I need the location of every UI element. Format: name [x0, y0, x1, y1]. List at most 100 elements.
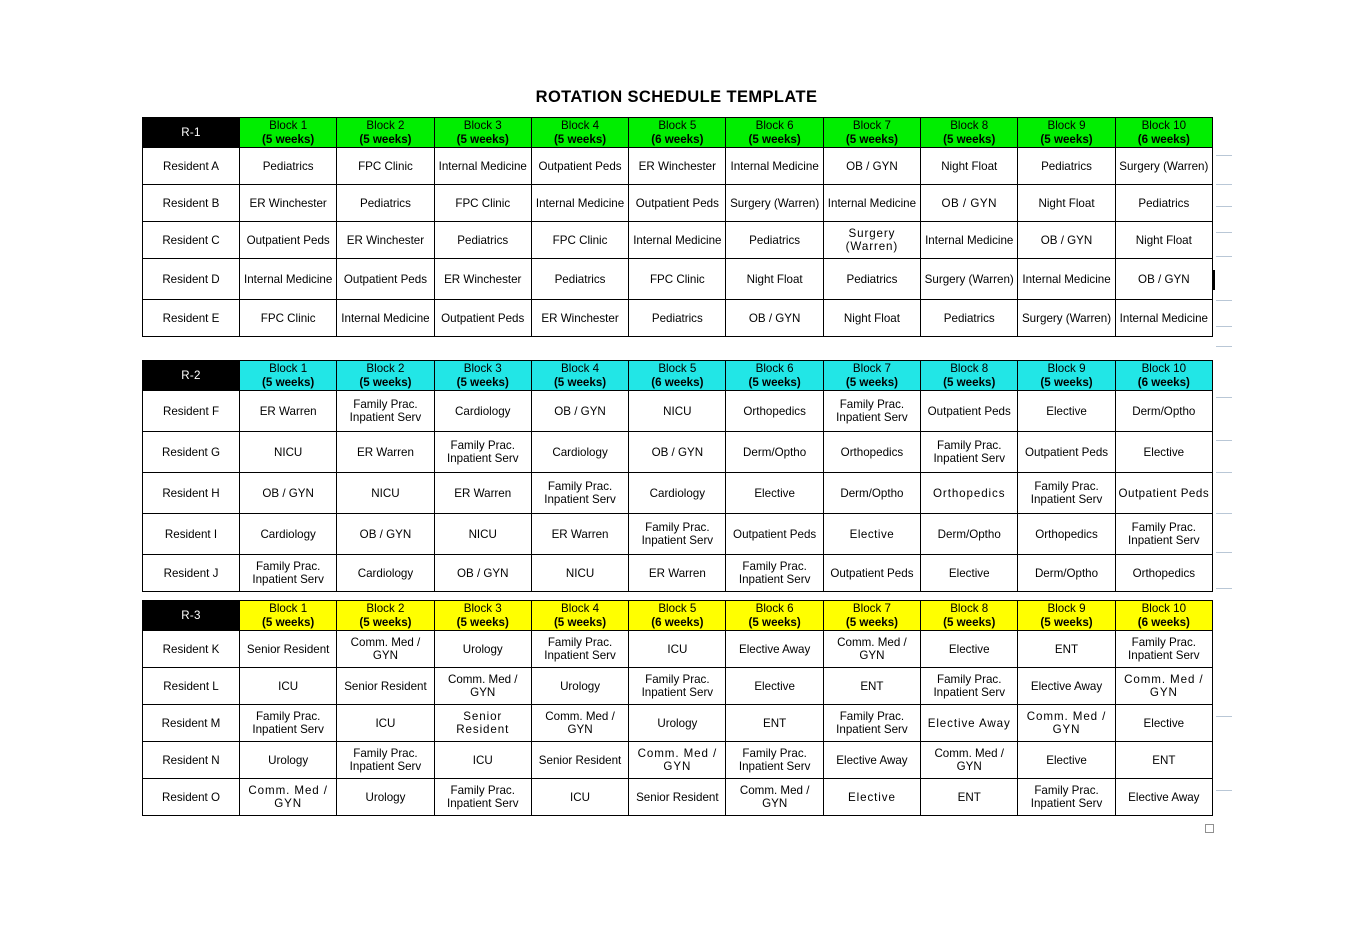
column-header-block-10[interactable]: Block 10 (6 weeks)	[1114, 359, 1213, 392]
rotation-cell[interactable]: ICU	[336, 704, 435, 743]
rotation-cell[interactable]: OB / GYN	[1017, 221, 1116, 260]
rotation-cell[interactable]: Comm. Med / GYN	[1114, 667, 1213, 706]
rotation-cell[interactable]: ER Winchester	[238, 184, 338, 223]
rotation-cell[interactable]: ICU	[238, 667, 338, 706]
rotation-cell[interactable]: ICU	[530, 778, 630, 817]
rotation-cell[interactable]: Cardiology	[238, 513, 338, 556]
rotation-cell[interactable]: Surgery (Warren)	[1114, 147, 1213, 186]
rotation-cell[interactable]: Orthopedics	[1114, 554, 1213, 593]
rotation-cell[interactable]: Derm/Optho	[920, 513, 1019, 556]
rotation-cell[interactable]: ICU	[433, 741, 532, 780]
rotation-cell[interactable]: Surgery (Warren)	[822, 221, 922, 260]
column-header-block-9[interactable]: Block 9 (5 weeks)	[1017, 599, 1116, 632]
rotation-cell[interactable]: Outpatient Peds	[920, 390, 1019, 433]
rotation-cell[interactable]: Internal Medicine	[920, 221, 1019, 260]
rotation-cell[interactable]: Outpatient Peds	[336, 258, 435, 301]
rotation-cell[interactable]: Family Prac. Inpatient Serv	[238, 704, 338, 743]
rotation-cell[interactable]: Comm. Med / GYN	[433, 667, 532, 706]
rotation-cell[interactable]: Night Float	[822, 299, 922, 338]
rotation-cell[interactable]: Family Prac. Inpatient Serv	[822, 390, 922, 433]
rotation-cell[interactable]: Family Prac. Inpatient Serv	[920, 667, 1019, 706]
rotation-cell[interactable]: Internal Medicine	[1114, 299, 1213, 338]
column-header-block-3[interactable]: Block 3 (5 weeks)	[433, 599, 532, 632]
column-header-block-7[interactable]: Block 7 (5 weeks)	[822, 359, 922, 392]
rotation-cell[interactable]: Outpatient Peds	[1114, 472, 1213, 515]
rotation-cell[interactable]: Outpatient Peds	[628, 184, 727, 223]
rotation-cell[interactable]: Family Prac. Inpatient Serv	[725, 554, 824, 593]
rotation-cell[interactable]: Outpatient Peds	[1017, 431, 1116, 474]
rotation-cell[interactable]: NICU	[530, 554, 630, 593]
column-header-block-9[interactable]: Block 9 (5 weeks)	[1017, 359, 1116, 392]
rotation-cell[interactable]: Night Float	[920, 147, 1019, 186]
rotation-cell[interactable]: Urology	[336, 778, 435, 817]
column-header-block-1[interactable]: Block 1 (5 weeks)	[238, 116, 338, 149]
rotation-cell[interactable]: Urology	[530, 667, 630, 706]
rotation-cell[interactable]: Urology	[238, 741, 338, 780]
rotation-cell[interactable]: Senior Resident	[238, 630, 338, 669]
column-header-block-5[interactable]: Block 5 (6 weeks)	[628, 359, 727, 392]
rotation-cell[interactable]: Cardiology	[336, 554, 435, 593]
rotation-cell[interactable]: ER Winchester	[336, 221, 435, 260]
rotation-cell[interactable]: Elective	[920, 554, 1019, 593]
rotation-cell[interactable]: NICU	[433, 513, 532, 556]
rotation-cell[interactable]: Elective Away	[822, 741, 922, 780]
rotation-cell[interactable]: Outpatient Peds	[238, 221, 338, 260]
column-header-block-5[interactable]: Block 5 (6 weeks)	[628, 116, 727, 149]
rotation-cell[interactable]: Family Prac. Inpatient Serv	[1114, 630, 1213, 669]
rotation-cell[interactable]: Comm. Med / GYN	[725, 778, 824, 817]
rotation-cell[interactable]: NICU	[336, 472, 435, 515]
rotation-cell[interactable]: ENT	[822, 667, 922, 706]
rotation-cell[interactable]: Family Prac. Inpatient Serv	[238, 554, 338, 593]
column-header-block-7[interactable]: Block 7 (5 weeks)	[822, 599, 922, 632]
rotation-cell[interactable]: Family Prac. Inpatient Serv	[336, 741, 435, 780]
rotation-cell[interactable]: FPC Clinic	[628, 258, 727, 301]
rotation-cell[interactable]: OB / GYN	[1114, 258, 1213, 301]
rotation-cell[interactable]: Orthopedics	[920, 472, 1019, 515]
rotation-cell[interactable]: Elective	[822, 778, 922, 817]
rotation-cell[interactable]: Orthopedics	[725, 390, 824, 433]
column-header-block-8[interactable]: Block 8 (5 weeks)	[920, 599, 1019, 632]
rotation-cell[interactable]: ER Warren	[433, 472, 532, 515]
rotation-cell[interactable]: Internal Medicine	[530, 184, 630, 223]
rotation-cell[interactable]: Family Prac. Inpatient Serv	[1114, 513, 1213, 556]
rotation-cell[interactable]: OB / GYN	[725, 299, 824, 338]
rotation-cell[interactable]: Elective Away	[920, 704, 1019, 743]
rotation-cell[interactable]: Urology	[628, 704, 727, 743]
column-header-block-3[interactable]: Block 3 (5 weeks)	[433, 116, 532, 149]
rotation-cell[interactable]: ENT	[920, 778, 1019, 817]
rotation-cell[interactable]: Internal Medicine	[433, 147, 532, 186]
rotation-cell[interactable]: FPC Clinic	[530, 221, 630, 260]
rotation-cell[interactable]: Elective	[725, 667, 824, 706]
rotation-cell[interactable]: Internal Medicine	[725, 147, 824, 186]
rotation-cell[interactable]: ER Warren	[628, 554, 727, 593]
rotation-cell[interactable]: Elective	[1017, 741, 1116, 780]
rotation-cell[interactable]: OB / GYN	[238, 472, 338, 515]
rotation-cell[interactable]: Internal Medicine	[238, 258, 338, 301]
column-header-block-6[interactable]: Block 6 (5 weeks)	[725, 359, 824, 392]
column-header-block-9[interactable]: Block 9 (5 weeks)	[1017, 116, 1116, 149]
rotation-cell[interactable]: Outpatient Peds	[725, 513, 824, 556]
rotation-cell[interactable]: ER Warren	[238, 390, 338, 433]
rotation-cell[interactable]: Surgery (Warren)	[1017, 299, 1116, 338]
rotation-cell[interactable]: Derm/Optho	[822, 472, 922, 515]
rotation-cell[interactable]: Family Prac. Inpatient Serv	[822, 704, 922, 743]
column-header-block-7[interactable]: Block 7 (5 weeks)	[822, 116, 922, 149]
rotation-cell[interactable]: Night Float	[1017, 184, 1116, 223]
column-header-block-8[interactable]: Block 8 (5 weeks)	[920, 359, 1019, 392]
rotation-cell[interactable]: Pediatrics	[822, 258, 922, 301]
rotation-cell[interactable]: Derm/Optho	[1017, 554, 1116, 593]
rotation-cell[interactable]: Family Prac. Inpatient Serv	[433, 431, 532, 474]
column-header-block-4[interactable]: Block 4 (5 weeks)	[530, 599, 630, 632]
rotation-cell[interactable]: Elective	[1114, 431, 1213, 474]
rotation-cell[interactable]: ENT	[1114, 741, 1213, 780]
rotation-cell[interactable]: Family Prac. Inpatient Serv	[433, 778, 532, 817]
rotation-cell[interactable]: Senior Resident	[530, 741, 630, 780]
rotation-cell[interactable]: Pediatrics	[433, 221, 532, 260]
rotation-cell[interactable]: Internal Medicine	[336, 299, 435, 338]
column-header-block-1[interactable]: Block 1 (5 weeks)	[238, 599, 338, 632]
rotation-cell[interactable]: Cardiology	[433, 390, 532, 433]
resize-handle[interactable]	[1205, 824, 1214, 833]
rotation-cell[interactable]: FPC Clinic	[433, 184, 532, 223]
rotation-cell[interactable]: Derm/Optho	[1114, 390, 1213, 433]
rotation-cell[interactable]: Family Prac. Inpatient Serv	[1017, 778, 1116, 817]
